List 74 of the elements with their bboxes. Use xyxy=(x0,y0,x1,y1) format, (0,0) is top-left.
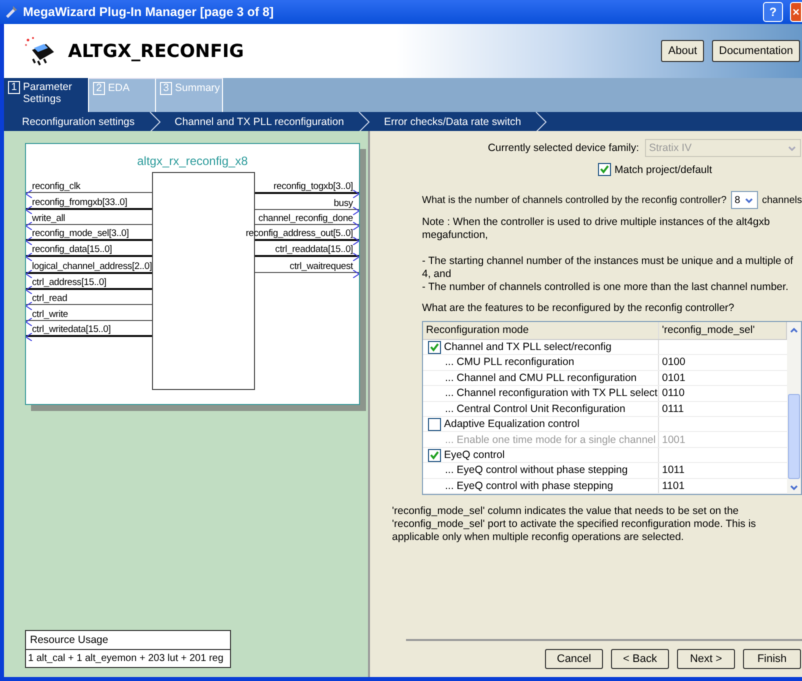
tree-item: ... EyeQ control with phase stepping xyxy=(445,480,614,492)
wizard-title: ALTGX_RECONFIG xyxy=(68,40,244,62)
port-name: write_all xyxy=(32,212,66,224)
port-name: logical_channel_address[2..0] xyxy=(32,260,152,272)
symbol-title: altgx_rx_reconfig_x8 xyxy=(136,154,249,168)
table-cell: 0101 xyxy=(662,372,686,384)
table-cell: 1011 xyxy=(662,464,685,476)
channels-dropdown[interactable]: 8 xyxy=(730,191,758,209)
port-name: ctrl_read xyxy=(32,293,68,304)
header-button[interactable]: About xyxy=(661,40,704,62)
port-name: reconfig_mode_sel[3..0] xyxy=(32,228,129,240)
port-name: ctrl_readdata[15..0] xyxy=(275,244,353,256)
field-label: Currently selected device family: xyxy=(488,142,639,154)
vertical-scrollbar[interactable] xyxy=(787,322,801,494)
port-name: reconfig_clk xyxy=(32,181,80,192)
port-name: reconfig_fromgxb[33..0] xyxy=(32,196,128,208)
resource-usage-value: 1 alt_cal + 1 alt_eyemon + 203 lut + 201 reg xyxy=(27,652,224,666)
tree-item: ... Central Control Unit Reconfiguration xyxy=(445,402,626,415)
tree-item[interactable]: Adaptive Equalization control xyxy=(444,418,580,430)
footnote-text: 'reconfig_mode_sel' column indicates the value that needs to be set on the 'reconfig_mode_sel' port to activate the specified reconfiguration mode. This is applicable only when multiple reconfig operations are selected. xyxy=(391,505,757,544)
tree-item: ... Channel reconfiguration with TX PLL select xyxy=(445,387,658,400)
wand-icon xyxy=(4,4,18,20)
column-header[interactable]: Reconfiguration mode xyxy=(423,322,659,339)
resource-usage-title: Resource Usage xyxy=(26,631,230,650)
table-cell: 0110 xyxy=(662,387,685,400)
bullet-text: - The starting channel number of the instances must be unique and a multiple of 4, and xyxy=(422,255,794,281)
note-text: Note : When the controller is used to drive multiple instances of the alt4gxb megafunction, xyxy=(421,216,771,242)
port-name: reconfig_data[15..0] xyxy=(32,244,112,256)
help-button[interactable]: ? xyxy=(763,2,783,22)
check-icon xyxy=(429,450,440,461)
tree-item: ... EyeQ control without phase stepping xyxy=(445,464,628,476)
breadcrumb-link[interactable]: Error checks/Data rate switch xyxy=(384,116,522,128)
checkbox[interactable] xyxy=(428,448,441,462)
tree-item: ... CMU PLL reconfiguration xyxy=(445,356,574,368)
port-name: ctrl_waitrequest xyxy=(290,260,353,272)
checkbox[interactable] xyxy=(428,340,441,354)
scroll-thumb[interactable] xyxy=(788,394,800,480)
checkbox[interactable] xyxy=(428,418,441,431)
checkbox-label: Match project/default xyxy=(614,164,712,176)
check-icon xyxy=(598,164,610,175)
close-button[interactable]: × xyxy=(790,2,802,22)
checkbox[interactable] xyxy=(598,163,611,176)
port-name: busy xyxy=(334,198,353,209)
table-cell: 1101 xyxy=(662,480,685,492)
wizard-button[interactable]: Finish xyxy=(743,649,801,669)
tree-item[interactable]: EyeQ control xyxy=(444,449,505,462)
tree-item: ... Channel and CMU PLL reconfiguration xyxy=(445,372,637,384)
question-text: What are the features to be reconfigured by the reconfig controller? xyxy=(421,302,736,315)
chevron-icon xyxy=(148,112,161,132)
chevron-icon xyxy=(535,112,548,132)
wizard-button[interactable]: < Back xyxy=(611,649,669,669)
breadcrumb-link[interactable]: Channel and TX PLL reconfiguration xyxy=(174,116,344,128)
tab[interactable]: 1 Parameter Settings xyxy=(4,78,89,112)
chevron-icon xyxy=(358,112,370,132)
header-button[interactable]: Documentation xyxy=(712,40,800,62)
port-name: ctrl_address[15..0] xyxy=(32,277,106,288)
wizard-button[interactable]: Next > xyxy=(677,649,735,669)
tree-item: ... Enable one time mode for a single channel xyxy=(445,434,656,446)
table-cell: 1001 xyxy=(662,434,686,446)
bullet-text: - The number of channels controlled is one more than the last channel number. xyxy=(422,281,790,294)
port-name: ctrl_write xyxy=(32,308,68,320)
wizard-button[interactable]: Cancel xyxy=(545,649,603,669)
table-cell: 0111 xyxy=(662,402,684,415)
port-name: channel_reconfig_done xyxy=(258,212,353,224)
table-cell: 0100 xyxy=(662,356,686,368)
tree-item[interactable]: Channel and TX PLL select/reconfig xyxy=(444,341,612,354)
check-icon xyxy=(429,342,440,353)
breadcrumb-link[interactable]: Reconfiguration settings xyxy=(22,116,135,128)
chip-icon xyxy=(24,36,56,66)
question-text: What is the number of channels controlled by the reconfig controller? xyxy=(422,194,727,206)
unit-label: channels xyxy=(762,194,802,206)
window-title: MegaWizard Plug-In Manager [page 3 of 8] xyxy=(23,5,274,19)
port-name: reconfig_togxb[3..0] xyxy=(274,181,353,192)
port-name: ctrl_writedata[15..0] xyxy=(32,324,111,335)
